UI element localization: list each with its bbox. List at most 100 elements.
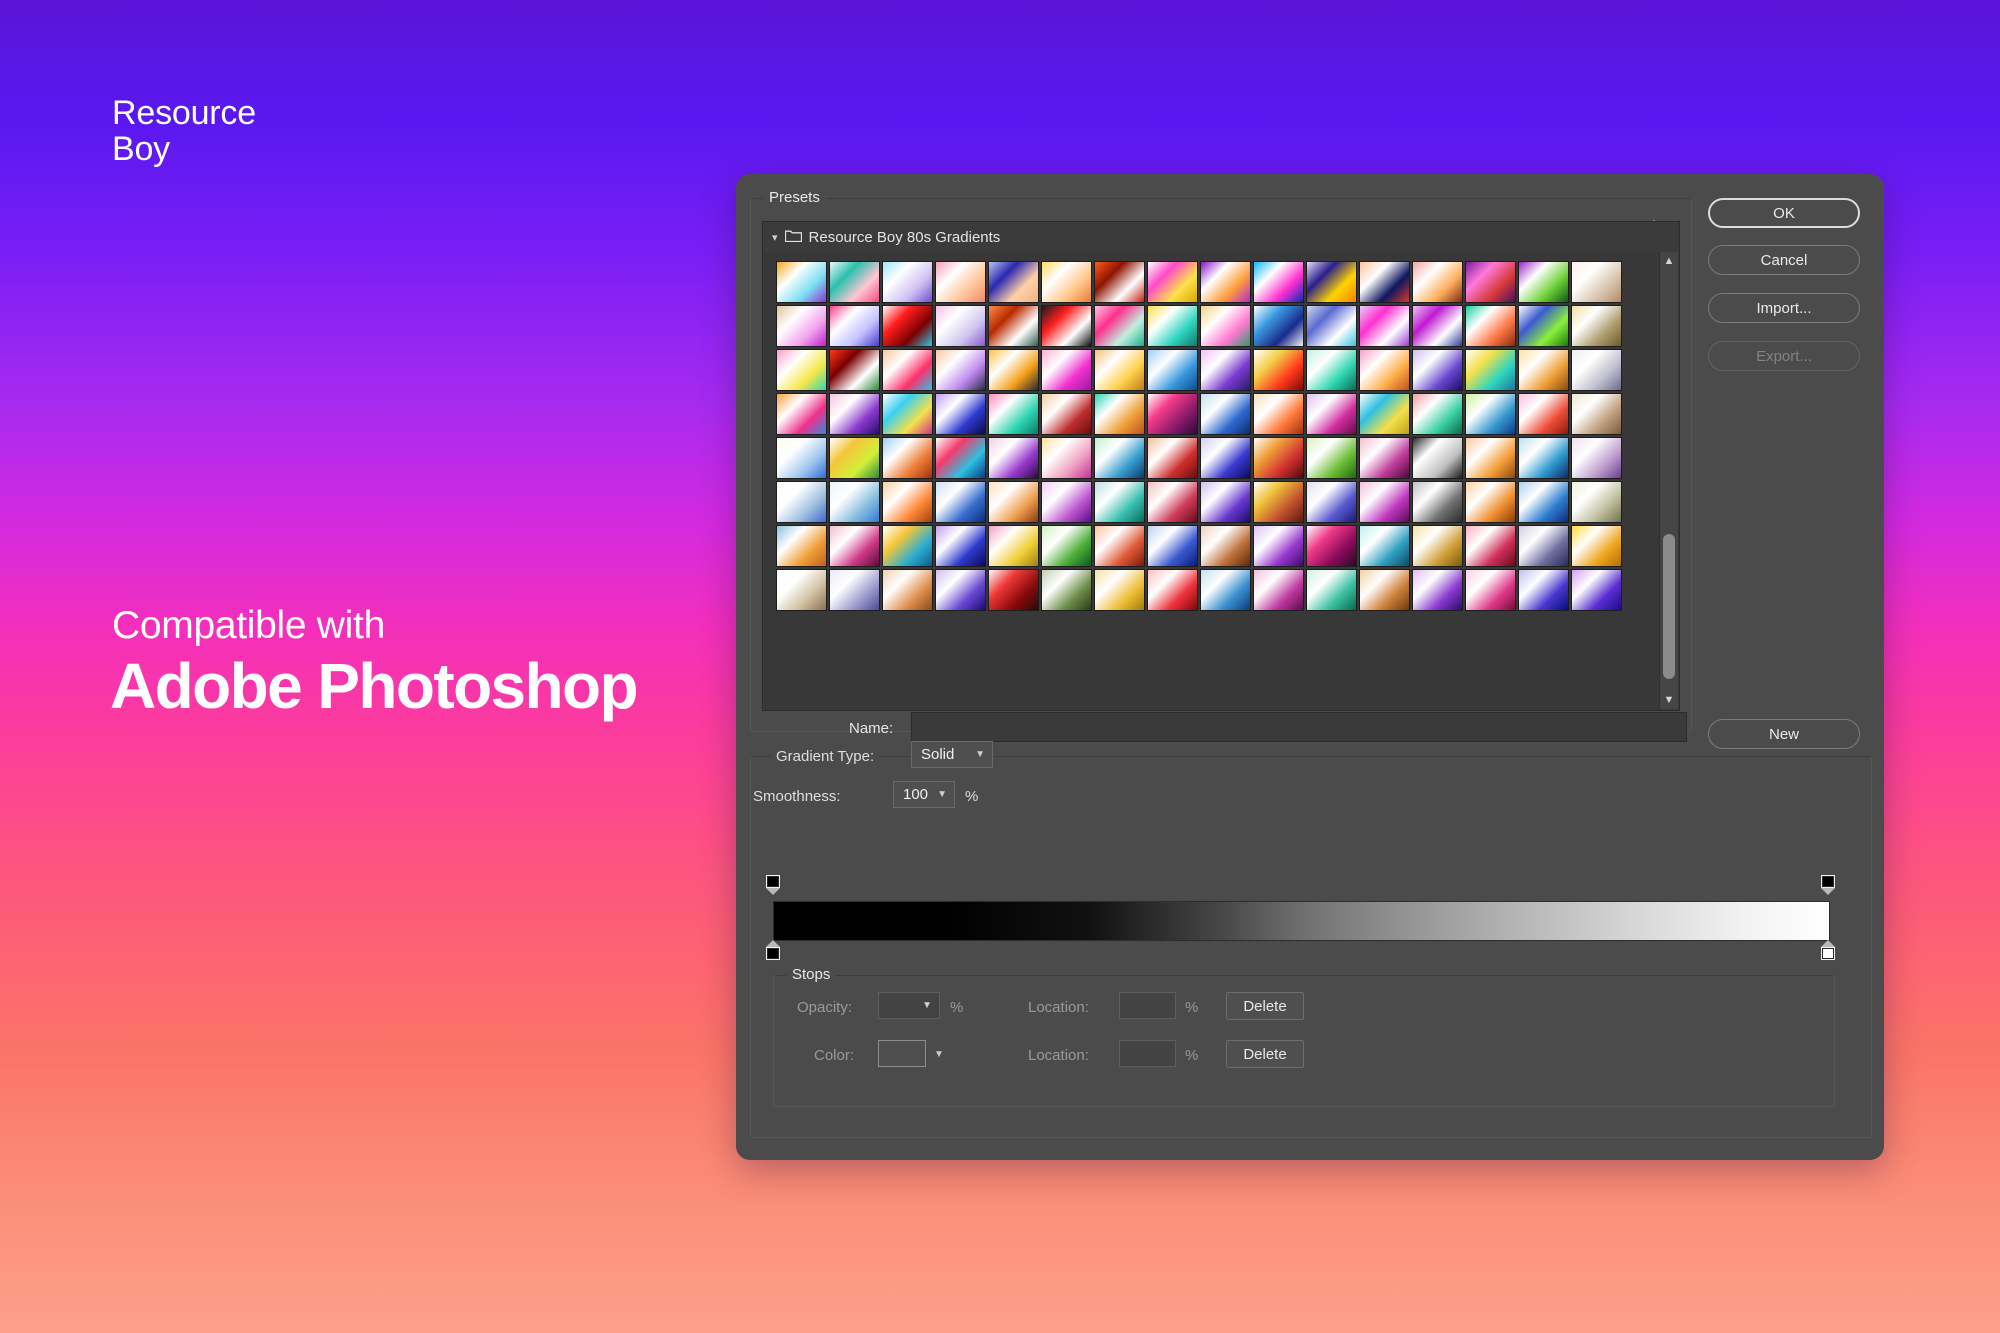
preset-swatch[interactable] <box>1094 305 1145 347</box>
preset-swatch[interactable] <box>988 569 1039 611</box>
preset-swatch[interactable] <box>776 349 827 391</box>
preset-swatch[interactable] <box>1041 349 1092 391</box>
preset-swatch[interactable] <box>776 437 827 479</box>
preset-swatch[interactable] <box>776 393 827 435</box>
preset-swatch[interactable] <box>1465 305 1516 347</box>
preset-swatch[interactable] <box>1200 261 1251 303</box>
preset-swatch[interactable] <box>1200 481 1251 523</box>
smoothness-input[interactable]: 100 ▼ <box>893 781 955 808</box>
preset-swatch[interactable] <box>1041 305 1092 347</box>
preset-swatch[interactable] <box>829 305 880 347</box>
preset-swatch[interactable] <box>829 437 880 479</box>
preset-swatch[interactable] <box>1518 525 1569 567</box>
preset-swatch[interactable] <box>882 393 933 435</box>
preset-swatch[interactable] <box>1253 349 1304 391</box>
cancel-button[interactable]: Cancel <box>1708 245 1860 275</box>
preset-swatch[interactable] <box>776 261 827 303</box>
preset-swatch[interactable] <box>988 437 1039 479</box>
preset-swatch[interactable] <box>1518 261 1569 303</box>
preset-swatch[interactable] <box>1253 393 1304 435</box>
color-delete-button[interactable]: Delete <box>1226 1040 1304 1068</box>
preset-swatch[interactable] <box>1200 525 1251 567</box>
preset-swatch[interactable] <box>988 261 1039 303</box>
preset-swatch[interactable] <box>1253 261 1304 303</box>
name-input[interactable] <box>911 712 1687 742</box>
chevron-up-icon[interactable]: ▲ <box>1660 252 1678 270</box>
preset-swatch[interactable] <box>935 349 986 391</box>
preset-swatch[interactable] <box>1147 305 1198 347</box>
preset-swatch[interactable] <box>1359 305 1410 347</box>
chevron-down-icon[interactable]: ▾ <box>772 231 778 244</box>
chevron-down-icon[interactable]: ▼ <box>930 789 954 800</box>
preset-swatch[interactable] <box>1571 525 1622 567</box>
preset-swatch[interactable] <box>935 305 986 347</box>
preset-swatch[interactable] <box>935 437 986 479</box>
preset-swatch[interactable] <box>1412 349 1463 391</box>
preset-swatch[interactable] <box>1094 261 1145 303</box>
preset-swatch[interactable] <box>882 261 933 303</box>
preset-swatch[interactable] <box>1412 481 1463 523</box>
preset-swatch[interactable] <box>1094 525 1145 567</box>
preset-swatch[interactable] <box>882 525 933 567</box>
preset-swatch[interactable] <box>1518 481 1569 523</box>
preset-swatch[interactable] <box>1041 569 1092 611</box>
preset-swatch[interactable] <box>1041 481 1092 523</box>
preset-swatch[interactable] <box>1359 261 1410 303</box>
preset-swatch[interactable] <box>988 349 1039 391</box>
opacity-stop-right[interactable] <box>1821 875 1835 895</box>
preset-swatch[interactable] <box>1200 569 1251 611</box>
color-stop-right[interactable] <box>1821 940 1835 960</box>
preset-swatch[interactable] <box>1306 569 1357 611</box>
preset-swatch[interactable] <box>1094 393 1145 435</box>
preset-swatch[interactable] <box>1306 349 1357 391</box>
preset-swatch[interactable] <box>1253 305 1304 347</box>
preset-swatch[interactable] <box>988 481 1039 523</box>
preset-swatch[interactable] <box>829 261 880 303</box>
new-button[interactable]: New <box>1708 719 1860 749</box>
preset-swatch[interactable] <box>1359 525 1410 567</box>
preset-swatch[interactable] <box>1571 261 1622 303</box>
preset-swatch[interactable] <box>829 525 880 567</box>
preset-swatch[interactable] <box>1412 261 1463 303</box>
presets-list-box[interactable]: ▾ Resource Boy 80s Gradients ▲ ▼ <box>762 221 1680 711</box>
preset-swatch[interactable] <box>1147 481 1198 523</box>
preset-swatch[interactable] <box>1518 569 1569 611</box>
preset-swatch[interactable] <box>1147 261 1198 303</box>
preset-swatch[interactable] <box>1094 481 1145 523</box>
preset-swatch[interactable] <box>1518 437 1569 479</box>
preset-swatch[interactable] <box>1571 305 1622 347</box>
preset-swatch[interactable] <box>1094 349 1145 391</box>
ok-button[interactable]: OK <box>1708 198 1860 228</box>
preset-swatch[interactable] <box>935 393 986 435</box>
preset-folder-row[interactable]: ▾ Resource Boy 80s Gradients <box>763 222 1679 252</box>
preset-swatch[interactable] <box>829 569 880 611</box>
presets-scrollbar[interactable]: ▲ ▼ <box>1659 252 1678 709</box>
preset-swatch[interactable] <box>1253 437 1304 479</box>
preset-swatch[interactable] <box>1253 569 1304 611</box>
preset-swatch[interactable] <box>882 437 933 479</box>
preset-swatch[interactable] <box>829 481 880 523</box>
preset-swatch[interactable] <box>1518 305 1569 347</box>
preset-swatch[interactable] <box>1518 349 1569 391</box>
preset-swatch[interactable] <box>1147 569 1198 611</box>
preset-swatch[interactable] <box>1412 393 1463 435</box>
preset-swatch[interactable] <box>935 481 986 523</box>
preset-swatch[interactable] <box>1041 261 1092 303</box>
preset-swatch[interactable] <box>935 569 986 611</box>
preset-swatch[interactable] <box>1359 437 1410 479</box>
preset-swatch[interactable] <box>1359 481 1410 523</box>
preset-swatch[interactable] <box>1518 393 1569 435</box>
preset-swatch[interactable] <box>1306 525 1357 567</box>
preset-swatch[interactable] <box>1306 481 1357 523</box>
preset-swatch[interactable] <box>1306 393 1357 435</box>
preset-swatch[interactable] <box>1253 525 1304 567</box>
chevron-down-icon[interactable]: ▼ <box>1660 691 1678 709</box>
opacity-delete-button[interactable]: Delete <box>1226 992 1304 1020</box>
preset-swatch[interactable] <box>1465 393 1516 435</box>
preset-swatch[interactable] <box>1412 569 1463 611</box>
preset-swatch[interactable] <box>1200 393 1251 435</box>
preset-swatch[interactable] <box>1306 305 1357 347</box>
gradient-type-select[interactable]: Solid ▼ <box>911 741 993 768</box>
preset-swatch[interactable] <box>882 305 933 347</box>
color-stop-left[interactable] <box>766 940 780 960</box>
